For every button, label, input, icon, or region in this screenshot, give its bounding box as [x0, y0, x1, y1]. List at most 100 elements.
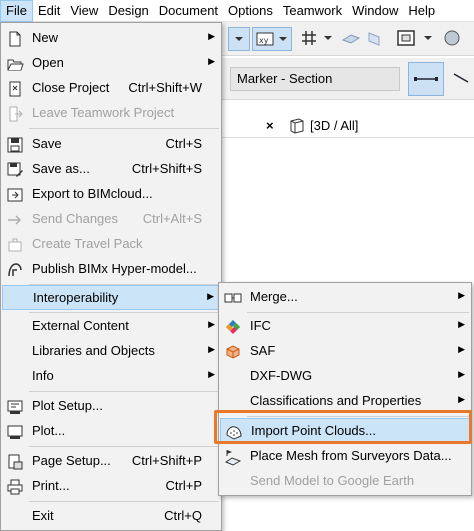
menu-edit[interactable]: Edit	[33, 0, 65, 22]
grid-snap-icon[interactable]	[298, 27, 320, 51]
grid-dropdown-icon[interactable]	[322, 27, 334, 51]
layout-dropdown-icon[interactable]	[422, 27, 434, 51]
submenu-item-merge[interactable]: Merge... ▶	[220, 285, 470, 310]
menu-bar: File Edit View Design Document Options T…	[0, 0, 474, 22]
menu-separator	[29, 446, 219, 447]
send-changes-icon	[6, 211, 24, 229]
submenu-item-place-mesh[interactable]: Place Mesh from Surveyors Data...	[220, 444, 470, 469]
menu-item-save-shortcut: Ctrl+S	[165, 136, 202, 151]
menu-teamwork[interactable]: Teamwork	[278, 0, 347, 22]
submenu-item-place-mesh-label: Place Mesh from Surveyors Data...	[250, 448, 452, 463]
export-bimcloud-icon	[6, 186, 24, 204]
menu-item-interoperability[interactable]: Interoperability ▶	[2, 285, 220, 310]
menu-separator	[29, 128, 219, 129]
coordinate-input-icon[interactable]: xy	[252, 27, 292, 51]
menu-item-plot-setup-label: Plot Setup...	[32, 398, 103, 413]
toolbar-info-box: Marker - Section	[222, 58, 474, 100]
menu-item-close-project[interactable]: Close Project Ctrl+Shift+W	[2, 76, 220, 101]
menu-item-plot-setup[interactable]: Plot Setup...	[2, 394, 220, 419]
menu-item-close-project-label: Close Project	[32, 80, 110, 95]
menu-item-page-setup-shortcut: Ctrl+Shift+P	[131, 453, 202, 468]
menu-item-save-as[interactable]: Save as... Ctrl+Shift+S	[2, 157, 220, 182]
save-as-icon	[6, 161, 24, 179]
submenu-arrow-icon: ▶	[458, 394, 465, 404]
svg-text:xy: xy	[259, 36, 269, 45]
menu-item-print-label: Print...	[32, 478, 70, 493]
menu-separator	[29, 501, 219, 502]
menu-item-print[interactable]: Print... Ctrl+P	[2, 474, 220, 499]
menu-item-create-travel-pack-label: Create Travel Pack	[32, 236, 143, 251]
menu-view[interactable]: View	[65, 0, 103, 22]
plot-icon	[6, 423, 24, 441]
menu-item-export-bimcloud[interactable]: Export to BIMcloud...	[2, 182, 220, 207]
submenu-item-dxf-dwg-label: DXF-DWG	[250, 368, 313, 383]
menu-file[interactable]: File	[0, 0, 33, 22]
slab-tool-icon[interactable]	[340, 27, 362, 51]
line-type-button[interactable]	[408, 62, 444, 96]
shell-tool-icon[interactable]	[364, 27, 384, 51]
marker-section-label: Marker - Section	[237, 71, 333, 86]
submenu-item-saf[interactable]: SAF ▶	[220, 339, 470, 364]
saf-icon	[224, 343, 242, 361]
submenu-arrow-icon: ▶	[208, 369, 215, 379]
interoperability-submenu: Merge... ▶ IFC ▶ SAF ▶ DXF-DWG ▶ Classif…	[218, 282, 472, 496]
travel-pack-icon	[6, 236, 24, 254]
submenu-item-ifc[interactable]: IFC ▶	[220, 314, 470, 339]
file-menu: New ▶ Open ▶ Close Project Ctrl+Shift+W …	[0, 22, 222, 531]
menu-item-plot[interactable]: Plot...	[2, 419, 220, 444]
submenu-arrow-icon: ▶	[208, 31, 215, 41]
menu-item-open[interactable]: Open ▶	[2, 51, 220, 76]
marker-section-dropdown[interactable]: Marker - Section	[230, 67, 400, 91]
menu-document[interactable]: Document	[154, 0, 223, 22]
menu-item-export-bimcloud-label: Export to BIMcloud...	[32, 186, 153, 201]
line-type-alt-icon[interactable]	[450, 62, 472, 96]
submenu-item-send-model-google: Send Model to Google Earth	[220, 469, 470, 494]
menu-item-save-as-shortcut: Ctrl+Shift+S	[131, 161, 202, 176]
menu-item-info-label: Info	[32, 368, 54, 383]
submenu-arrow-icon: ▶	[458, 290, 465, 300]
printer-icon	[6, 478, 24, 496]
highlight-callout-frame	[214, 410, 472, 444]
3d-view-icon	[288, 118, 306, 137]
menu-design[interactable]: Design	[103, 0, 153, 22]
submenu-item-send-model-google-label: Send Model to Google Earth	[250, 473, 415, 488]
submenu-item-merge-label: Merge...	[250, 289, 298, 304]
menu-separator	[29, 391, 219, 392]
menu-item-libraries-objects[interactable]: Libraries and Objects ▶	[2, 339, 220, 364]
shading-icon[interactable]	[440, 27, 464, 51]
submenu-arrow-icon: ▶	[458, 369, 465, 379]
menu-item-external-content[interactable]: External Content ▶	[2, 314, 220, 339]
tab-label-3d-all[interactable]: [3D / All]	[310, 118, 358, 133]
tab-close-icon[interactable]: ×	[266, 118, 274, 133]
menu-item-exit-label: Exit	[32, 508, 54, 523]
menu-item-save[interactable]: Save Ctrl+S	[2, 132, 220, 157]
submenu-arrow-icon: ▶	[208, 344, 215, 354]
menu-item-new[interactable]: New ▶	[2, 26, 220, 51]
bimx-icon	[6, 261, 24, 279]
open-folder-icon	[6, 55, 24, 73]
layout-window-icon[interactable]	[394, 27, 420, 51]
toolbar-standard: xy	[222, 22, 474, 56]
menu-item-info[interactable]: Info ▶	[2, 364, 220, 389]
leave-teamwork-icon	[6, 105, 24, 123]
submenu-item-dxf-dwg[interactable]: DXF-DWG ▶	[220, 364, 470, 389]
menu-item-save-as-label: Save as...	[32, 161, 90, 176]
menu-item-exit[interactable]: Exit Ctrl+Q	[2, 504, 220, 529]
menu-help[interactable]: Help	[403, 0, 440, 22]
menu-window[interactable]: Window	[347, 0, 403, 22]
menu-item-interoperability-label: Interoperability	[33, 290, 119, 305]
menu-item-external-content-label: External Content	[32, 318, 129, 333]
menu-item-publish-bimx[interactable]: Publish BIMx Hyper-model...	[2, 257, 220, 282]
view-tab-strip: × [3D / All]	[222, 114, 474, 138]
ifc-logo-icon	[224, 318, 242, 336]
submenu-item-saf-label: SAF	[250, 343, 276, 358]
menu-item-leave-teamwork: Leave Teamwork Project	[2, 101, 220, 126]
menu-options[interactable]: Options	[223, 0, 278, 22]
menu-item-page-setup[interactable]: Page Setup... Ctrl+Shift+P	[2, 449, 220, 474]
toolbar-selected-dropdown[interactable]	[228, 27, 250, 51]
save-icon	[6, 136, 24, 154]
menu-item-publish-bimx-label: Publish BIMx Hyper-model...	[32, 261, 197, 276]
menu-item-exit-shortcut: Ctrl+Q	[164, 508, 202, 523]
plot-setup-icon	[6, 398, 24, 416]
submenu-arrow-icon: ▶	[208, 319, 215, 329]
